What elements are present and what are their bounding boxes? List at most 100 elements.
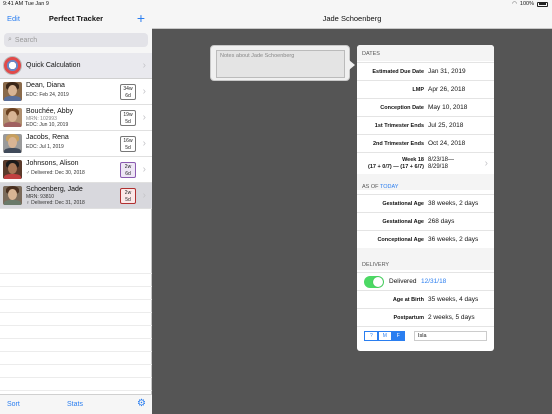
stats-button[interactable]: Stats bbox=[67, 401, 83, 408]
patient-name: Bouchée, Abby bbox=[26, 108, 74, 115]
patient-detail: ♂ Delivered: Dec 30, 2018 bbox=[26, 170, 85, 176]
date-label: 2nd Trimester Ends bbox=[372, 141, 424, 147]
pregnancy-detail-panel: DATES Estimated Due Date Jan 31, 2019 LM… bbox=[357, 45, 494, 351]
date-value: Apr 26, 2018 bbox=[428, 86, 466, 93]
patient-detail: EDC: Jun 10, 2019 bbox=[26, 122, 69, 128]
delivery-label: Age at Birth bbox=[392, 297, 424, 303]
search-bar: ⌕ Search bbox=[0, 29, 152, 53]
age-label: Gestational Age bbox=[382, 201, 424, 207]
age-row: Conceptional Age 36 weeks, 2 days bbox=[357, 230, 494, 248]
avatar bbox=[3, 186, 22, 205]
status-time: 9:41 AM Tue Jan 9 bbox=[3, 1, 49, 7]
sex-segmented-control: ? M F bbox=[364, 331, 406, 341]
patient-row[interactable]: Jacobs, Rena EDC: Jul 1, 2019 16w 5d › bbox=[0, 131, 152, 157]
dates-header: DATES bbox=[362, 51, 380, 57]
search-icon: ⌕ bbox=[8, 36, 12, 43]
sort-button[interactable]: Sort bbox=[7, 401, 20, 408]
week-range: 8/23/18— 8/29/18 bbox=[428, 157, 455, 170]
gestation-badge: 19w 5d bbox=[120, 110, 136, 126]
delivered-label: Delivered bbox=[389, 278, 417, 285]
patient-row[interactable]: Bouchée, Abby MRN: 102993 EDC: Jun 10, 2… bbox=[0, 105, 152, 131]
avatar bbox=[3, 134, 22, 153]
chevron-right-icon: › bbox=[484, 158, 488, 169]
baby-name-field[interactable]: Isla bbox=[414, 331, 487, 341]
patient-list: Quick Calculation › Dean, Diana EDC: Feb… bbox=[0, 53, 152, 209]
date-value: Oct 24, 2018 bbox=[428, 140, 466, 147]
delivery-header: DELIVERY bbox=[362, 262, 390, 268]
gear-icon[interactable]: ⚙ bbox=[137, 398, 146, 410]
gestation-badge: 16w 5d bbox=[120, 136, 136, 152]
delivery-label: Postpartum bbox=[393, 315, 424, 321]
quick-calculation-row[interactable]: Quick Calculation › bbox=[0, 53, 152, 79]
chevron-right-icon: › bbox=[142, 86, 146, 97]
notes-field[interactable]: Notes about Jade Schoenberg bbox=[216, 50, 345, 78]
search-input[interactable]: ⌕ Search bbox=[4, 33, 148, 47]
notes-popover: Notes about Jade Schoenberg bbox=[210, 45, 355, 81]
date-row[interactable]: Estimated Due Date Jan 31, 2019 bbox=[357, 62, 494, 80]
patient-name: Jacobs, Rena bbox=[26, 134, 69, 141]
wifi-icon: ◠ bbox=[512, 1, 517, 7]
patient-row[interactable]: Dean, Diana EDC: Feb 24, 2019 34w 6d › bbox=[0, 79, 152, 105]
delivery-row: Age at Birth 35 weeks, 4 days bbox=[357, 290, 494, 308]
patient-row-selected[interactable]: Schoenberg, Jade MRN: 93810 ♀ Delivered:… bbox=[0, 183, 152, 209]
plus-icon[interactable]: + bbox=[137, 9, 145, 27]
sex-unknown-segment[interactable]: ? bbox=[364, 331, 379, 341]
baby-row: ? M F Isla bbox=[357, 326, 494, 344]
age-row: Gestational Age 268 days bbox=[357, 212, 494, 230]
patient-sidebar: Edit Perfect Tracker + ⌕ Search Quick Ca… bbox=[0, 8, 152, 414]
patient-name: Schoenberg, Jade bbox=[26, 186, 83, 193]
date-label: Conception Date bbox=[380, 105, 424, 111]
chevron-right-icon: › bbox=[142, 190, 146, 201]
date-row[interactable]: Conception Date May 10, 2018 bbox=[357, 98, 494, 116]
date-label: 1st Trimester Ends bbox=[374, 123, 424, 129]
patient-name: Dean, Diana bbox=[26, 82, 65, 89]
as-of-today-link[interactable]: TODAY bbox=[380, 184, 398, 190]
sidebar-toolbar: Sort Stats ⚙ bbox=[0, 394, 152, 414]
sidebar-nav-bar: Edit Perfect Tracker + bbox=[0, 8, 152, 29]
notes-placeholder: Notes about Jade Schoenberg bbox=[220, 53, 295, 59]
delivered-toggle[interactable] bbox=[364, 276, 384, 288]
sex-male-segment[interactable]: M bbox=[377, 331, 392, 341]
patient-detail: EDC: Feb 24, 2019 bbox=[26, 92, 69, 98]
chevron-right-icon: › bbox=[142, 60, 146, 71]
empty-list-area bbox=[0, 261, 152, 391]
gestation-badge: 34w 6d bbox=[120, 84, 136, 100]
date-label: LMP bbox=[412, 87, 424, 93]
patient-detail: ♀ Delivered: Dec 31, 2018 bbox=[26, 200, 85, 206]
status-right: ◠ 100% bbox=[512, 0, 548, 8]
detail-title: Jade Schoenberg bbox=[322, 14, 382, 23]
week-label: Week 18 (17 + 0/7) — (17 + 6/7) bbox=[368, 157, 424, 170]
date-row[interactable]: 1st Trimester Ends Jul 25, 2018 bbox=[357, 116, 494, 134]
chevron-right-icon: › bbox=[142, 138, 146, 149]
week-row[interactable]: Week 18 (17 + 0/7) — (17 + 6/7) 8/23/18— 8… bbox=[357, 152, 494, 174]
date-value: Jul 25, 2018 bbox=[428, 122, 464, 129]
detail-nav-bar: Jade Schoenberg bbox=[152, 8, 552, 29]
chevron-right-icon: › bbox=[142, 164, 146, 175]
search-placeholder: Search bbox=[14, 36, 38, 44]
delivered-row: Delivered 12/31/18 bbox=[357, 272, 494, 290]
delivery-value: 2 weeks, 5 days bbox=[428, 314, 475, 321]
gestation-badge: 2w 6d bbox=[120, 162, 136, 178]
age-label: Conceptional Age bbox=[377, 237, 424, 243]
delivery-value: 35 weeks, 4 days bbox=[428, 296, 479, 303]
delivery-row: Postpartum 2 weeks, 5 days bbox=[357, 308, 494, 326]
battery-icon bbox=[537, 1, 548, 7]
date-row[interactable]: LMP Apr 26, 2018 bbox=[357, 80, 494, 98]
delivered-date[interactable]: 12/31/18 bbox=[421, 278, 446, 285]
avatar bbox=[3, 160, 22, 179]
as-of-header: AS OF TODAY bbox=[362, 184, 399, 190]
sex-female-segment[interactable]: F bbox=[391, 331, 406, 341]
gestation-badge: 2w 5d bbox=[120, 188, 136, 204]
age-value: 36 weeks, 2 days bbox=[428, 236, 479, 243]
patient-detail: EDC: Jul 1, 2019 bbox=[26, 144, 64, 150]
age-row: Gestational Age 38 weeks, 2 days bbox=[357, 194, 494, 212]
wheel-icon bbox=[3, 56, 22, 75]
chevron-right-icon: › bbox=[142, 112, 146, 123]
date-row[interactable]: 2nd Trimester Ends Oct 24, 2018 bbox=[357, 134, 494, 152]
patient-name: Johnsons, Alison bbox=[26, 160, 79, 167]
patient-row[interactable]: Johnsons, Alison ♂ Delivered: Dec 30, 20… bbox=[0, 157, 152, 183]
date-value: Jan 31, 2019 bbox=[428, 68, 466, 75]
avatar bbox=[3, 82, 22, 101]
app-title: Perfect Tracker bbox=[48, 13, 104, 23]
quick-calculation-label: Quick Calculation bbox=[26, 62, 81, 69]
